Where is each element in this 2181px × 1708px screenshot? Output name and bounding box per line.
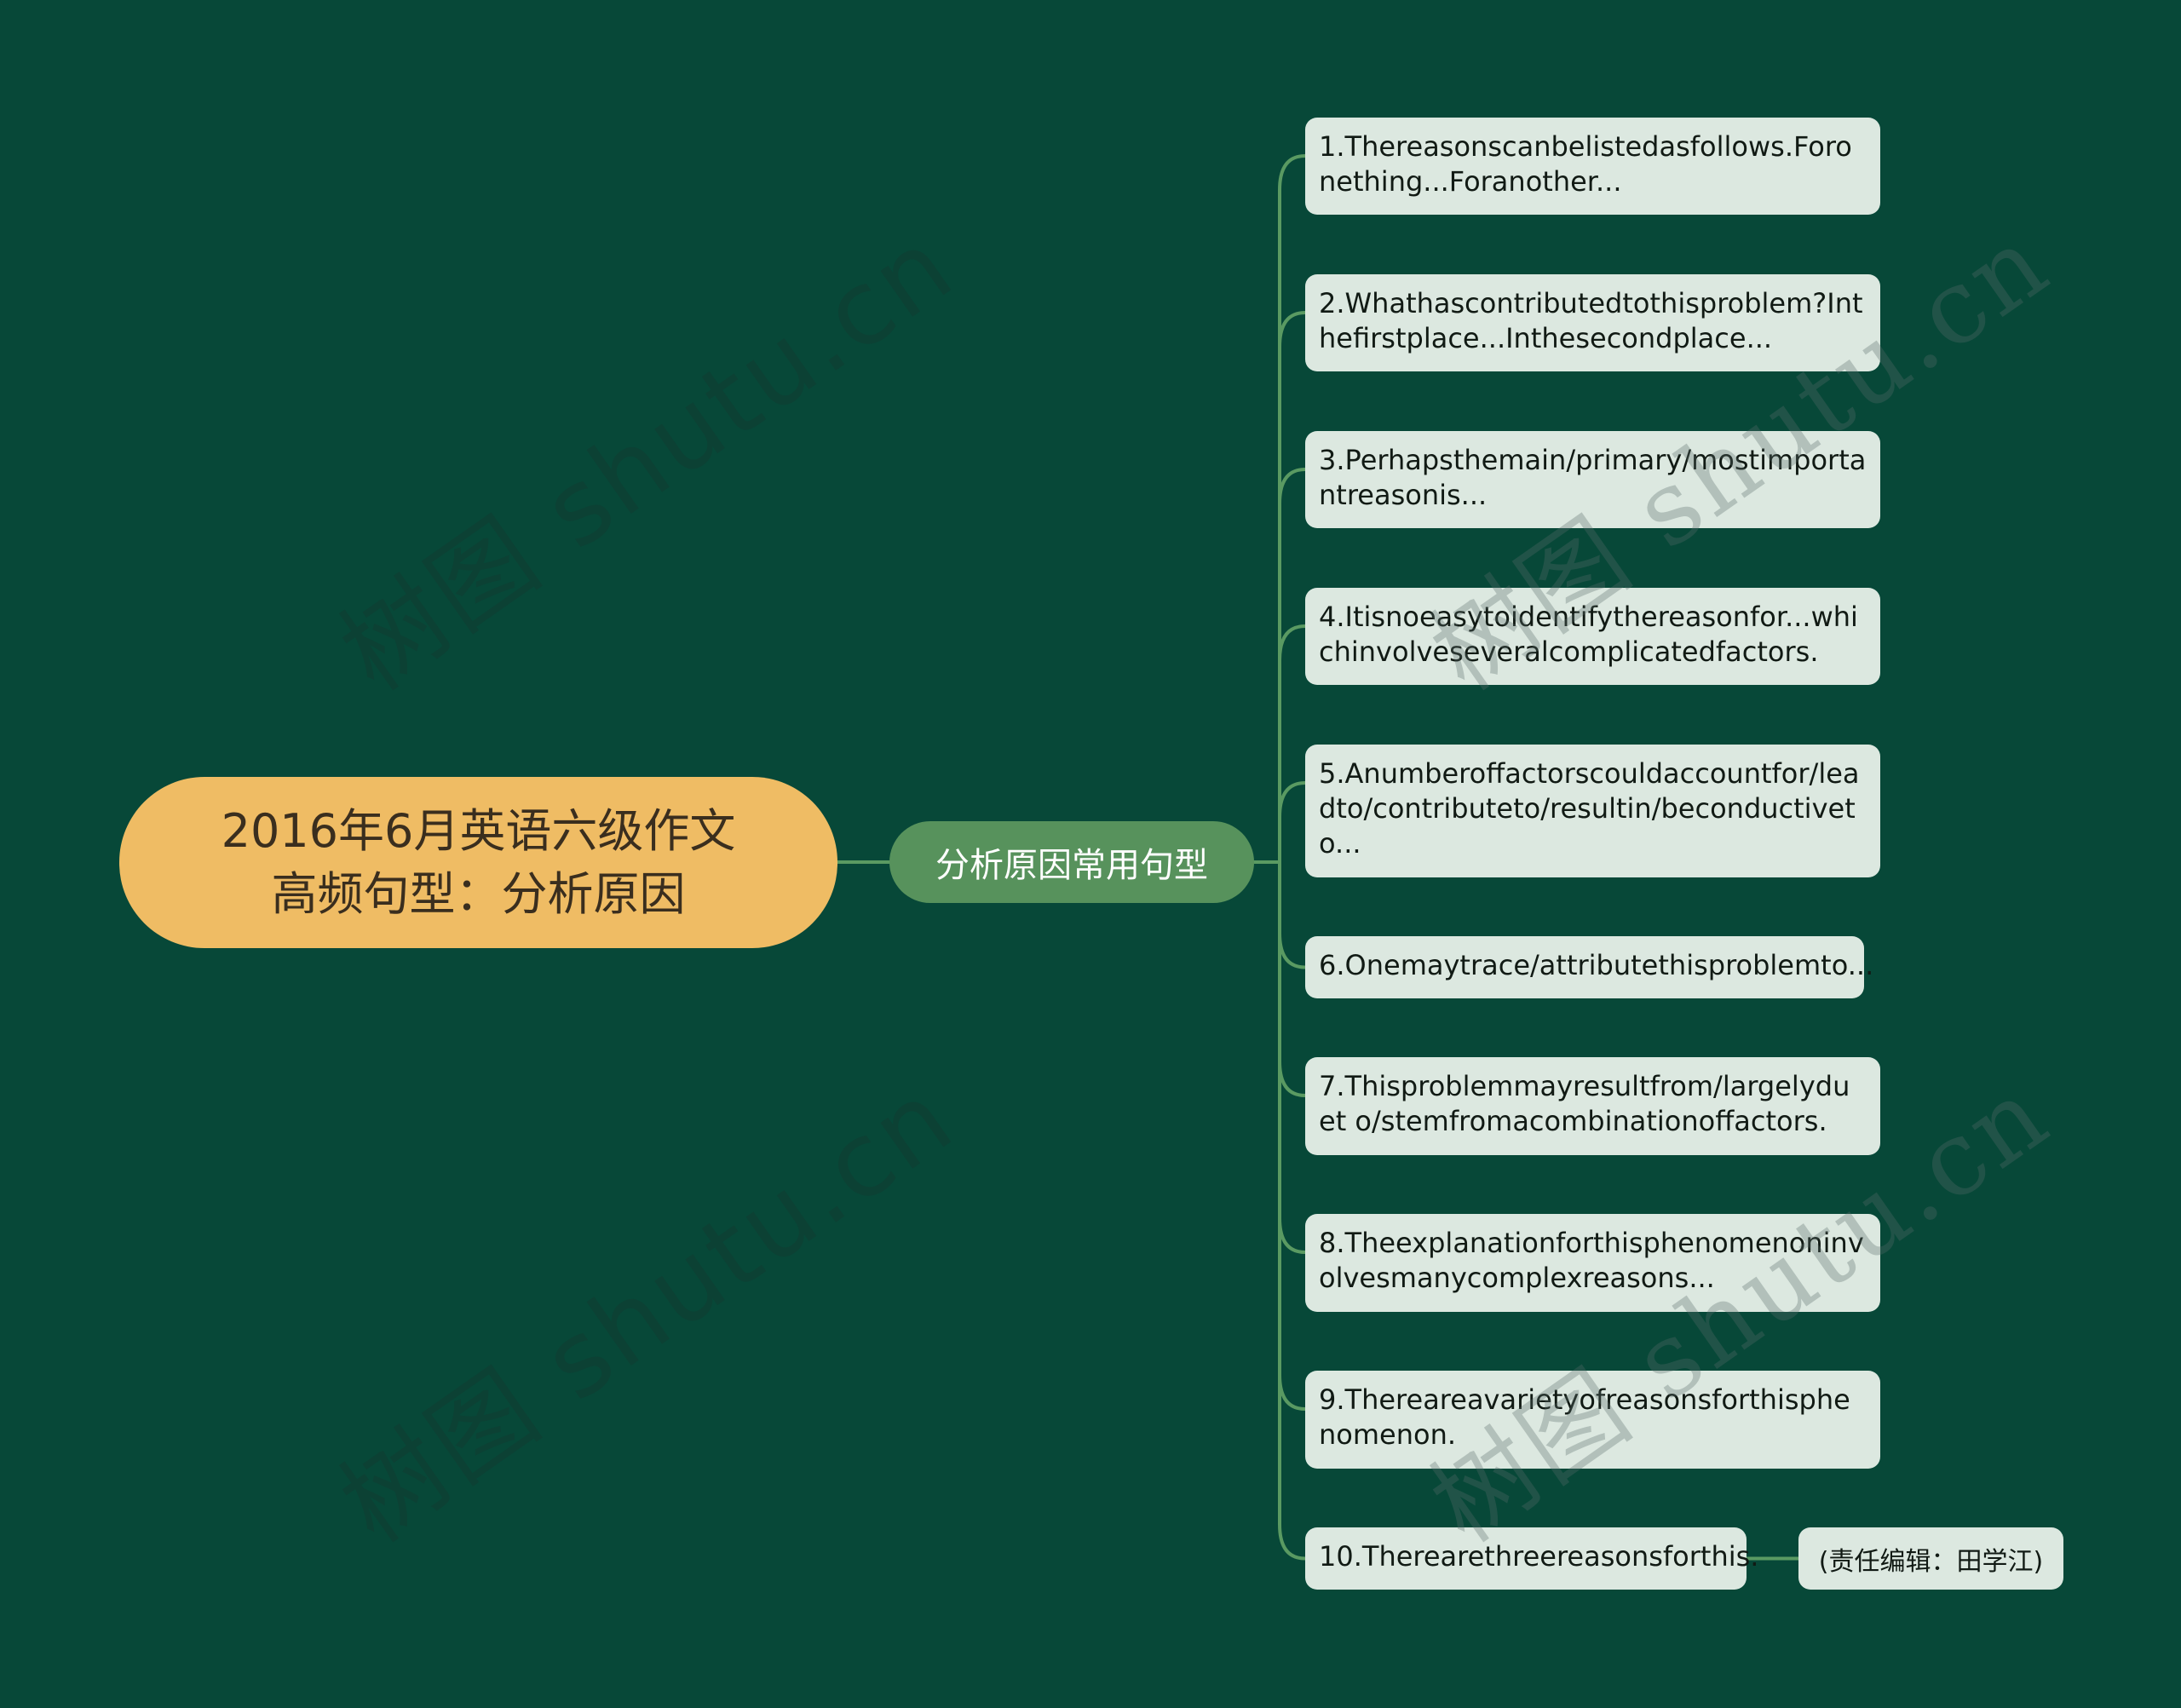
connector-leaf-1 <box>1278 154 1307 864</box>
leaf-text: 9.Thereareavarietyofreasonsforthisphenom… <box>1319 1383 1850 1451</box>
mindmap-canvas: 树图 shutu.cn 树图 shutu.cn 2016年6月英语六级作文 高频… <box>0 0 2181 1708</box>
branch-topic[interactable]: 分析原因常用句型 <box>889 821 1254 903</box>
leaf-text: 10.Therearethreereasonsforthis. <box>1319 1540 1759 1573</box>
connector-leaf-2 <box>1278 311 1307 864</box>
root-topic[interactable]: 2016年6月英语六级作文 高频句型：分析原因 <box>119 777 837 948</box>
leaf-text: 1.Thereasonscanbelistedasfollows.Foronet… <box>1319 130 1852 198</box>
root-title-line-2: 高频句型：分析原因 <box>271 866 686 921</box>
leaf-node-8[interactable]: 8.Theexplanationforthisphenomenoninvolve… <box>1305 1214 1880 1312</box>
leaf-text: 7.Thisproblemmayresultfrom/largelyduet o… <box>1319 1070 1850 1137</box>
leaf-node-1[interactable]: 1.Thereasonscanbelistedasfollows.Foronet… <box>1305 118 1880 215</box>
leaf-node-9[interactable]: 9.Thereareavarietyofreasonsforthisphenom… <box>1305 1371 1880 1469</box>
leaf-text: 2.Whathascontributedtothisproblem?Inthef… <box>1319 287 1863 354</box>
editor-remark-text: (责任编辑：田学江) <box>1818 1546 2044 1577</box>
connector-leaf-3 <box>1278 468 1307 864</box>
leaf-node-3[interactable]: 3.Perhapsthemain/primary/mostimportantre… <box>1305 431 1880 528</box>
connector-leaf-7 <box>1278 860 1307 1097</box>
leaf-text: 6.Onemaytrace/attributethisproblemto... <box>1319 949 1874 981</box>
leaf-text: 5.Anumberoffactorscouldaccountfor/leadto… <box>1319 757 1860 860</box>
root-title-line-1: 2016年6月英语六级作文 <box>221 803 736 858</box>
leaf-node-6[interactable]: 6.Onemaytrace/attributethisproblemto... <box>1305 936 1873 998</box>
leaf-node-5[interactable]: 5.Anumberoffactorscouldaccountfor/leadto… <box>1305 745 1880 877</box>
connector-leaf-4 <box>1278 624 1307 864</box>
leaf-text: 8.Theexplanationforthisphenomenoninvolve… <box>1319 1227 1864 1294</box>
leaf-node-10[interactable]: 10.Therearethreereasonsforthis. <box>1305 1527 1758 1590</box>
connector-leaf-6 <box>1278 860 1307 969</box>
leaf-node-7[interactable]: 7.Thisproblemmayresultfrom/largelyduet o… <box>1305 1057 1880 1155</box>
connector-leaf-5 <box>1278 781 1307 864</box>
leaf-text: 3.Perhapsthemain/primary/mostimportantre… <box>1319 444 1867 511</box>
leaf-node-4[interactable]: 4.Itisnoeasytoidentifythereasonfor...whi… <box>1305 588 1880 685</box>
connector-leaf-8 <box>1278 860 1307 1254</box>
branch-label: 分析原因常用句型 <box>935 846 1208 885</box>
leaf-node-2[interactable]: 2.Whathascontributedtothisproblem?Inthef… <box>1305 274 1880 371</box>
editor-remark-node[interactable]: (责任编辑：田学江) <box>1798 1527 2063 1590</box>
leaf-text: 4.Itisnoeasytoidentifythereasonfor...whi… <box>1319 601 1858 668</box>
connector-leaf-9 <box>1278 860 1307 1411</box>
